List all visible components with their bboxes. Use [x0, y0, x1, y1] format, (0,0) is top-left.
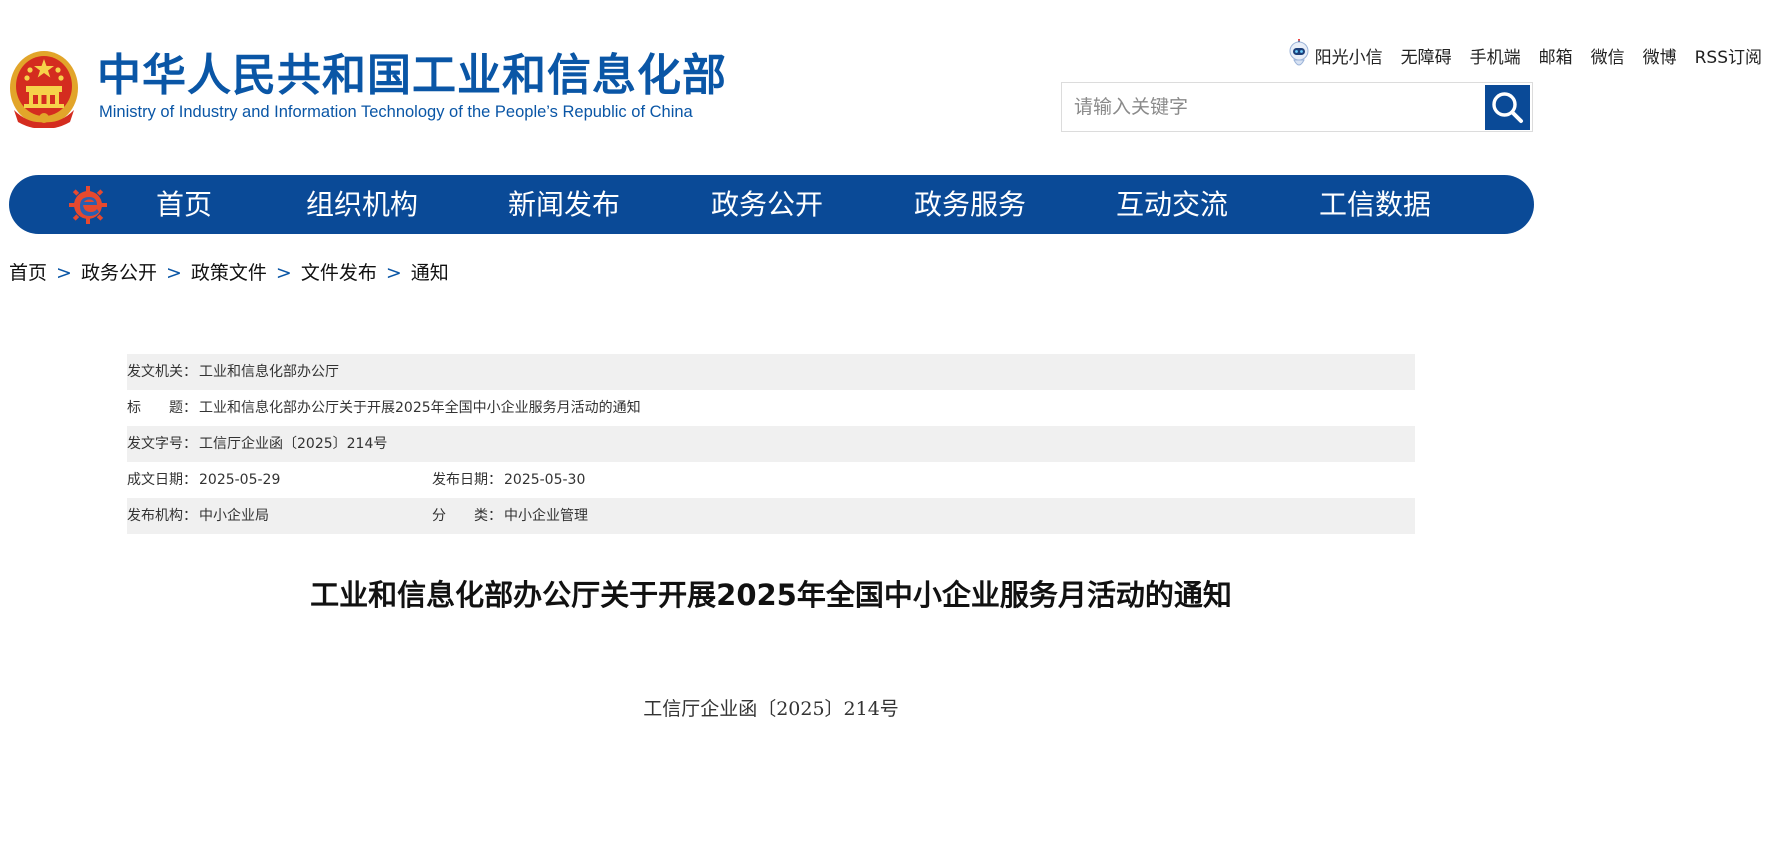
title-value: 工业和信息化部办公厅关于开展2025年全国中小企业服务月活动的通知: [199, 400, 641, 416]
info-row-doc-number: 发文字号： 工信厅企业函〔2025〕214号: [127, 426, 1415, 462]
info-cell: 发布日期： 2025-05-30: [432, 462, 585, 498]
breadcrumb-separator: >: [165, 262, 182, 284]
top-link-accessibility[interactable]: 无障碍: [1401, 43, 1452, 68]
doc-number-label: 发文字号：: [127, 436, 197, 452]
breadcrumb-separator: >: [56, 262, 72, 284]
info-cell: 成文日期： 2025-05-29: [127, 462, 280, 498]
nav-interaction[interactable]: 互动交流: [1116, 175, 1228, 234]
search-icon: [1492, 92, 1523, 123]
site-title: 中华人民共和国工业和信息化部: [97, 50, 727, 101]
breadcrumb: 首页 > 政务公开 > 政策文件 > 文件发布 > 通知: [9, 258, 449, 285]
info-cell: 分 类： 中小企业管理: [432, 498, 588, 534]
info-cell: 标 题： 工业和信息化部办公厅关于开展2025年全国中小企业服务月活动的通知: [127, 390, 641, 426]
publishing-org-label: 发布机构：: [127, 508, 197, 524]
created-date-value: 2025-05-29: [199, 472, 281, 488]
nav-news[interactable]: 新闻发布: [508, 175, 620, 234]
breadcrumb-notice[interactable]: 通知: [411, 262, 449, 284]
info-row-issuer: 发文机关： 工业和信息化部办公厅: [127, 354, 1415, 390]
category-value: 中小企业管理: [504, 508, 588, 524]
top-link-wechat[interactable]: 微信: [1591, 43, 1625, 68]
published-date-value: 2025-05-30: [504, 472, 586, 488]
site-subtitle: Ministry of Industry and Information Tec…: [99, 103, 693, 121]
issuer-label: 发文机关：: [127, 364, 197, 380]
article-doc-number: 工信厅企业函〔2025〕214号: [643, 698, 899, 720]
nav-organization[interactable]: 组织机构: [306, 175, 418, 234]
publishing-org-value: 中小企业局: [199, 508, 269, 524]
info-row-title: 标 题： 工业和信息化部办公厅关于开展2025年全国中小企业服务月活动的通知: [127, 390, 1415, 426]
search-input[interactable]: [1062, 83, 1482, 131]
miit-logo-icon[interactable]: [68, 185, 108, 225]
top-link-rss[interactable]: RSS订阅: [1695, 43, 1762, 68]
issuer-value: 工业和信息化部办公厅: [199, 364, 339, 380]
breadcrumb-policy-documents[interactable]: 政策文件: [191, 262, 267, 284]
breadcrumb-government-affairs[interactable]: 政务公开: [81, 262, 157, 284]
nav-government-services[interactable]: 政务服务: [914, 175, 1026, 234]
info-cell: 发文字号： 工信厅企业函〔2025〕214号: [127, 426, 387, 462]
info-cell: 发布机构： 中小企业局: [127, 498, 269, 534]
top-link-sunshine-xiaoxin[interactable]: 阳光小信: [1315, 43, 1383, 68]
robot-mascot-icon[interactable]: [1287, 39, 1311, 71]
breadcrumb-separator: >: [275, 262, 292, 284]
article-title: 工业和信息化部办公厅关于开展2025年全国中小企业服务月活动的通知: [310, 578, 1232, 612]
top-link-weibo[interactable]: 微博: [1643, 43, 1677, 68]
info-cell: 发文机关： 工业和信息化部办公厅: [127, 354, 339, 390]
top-link-mailbox[interactable]: 邮箱: [1539, 43, 1573, 68]
breadcrumb-separator: >: [385, 262, 402, 284]
search-box: [1061, 82, 1533, 132]
info-row-org-category: 发布机构： 中小企业局 分 类： 中小企业管理: [127, 498, 1415, 534]
nav-industry-data[interactable]: 工信数据: [1319, 175, 1431, 234]
doc-number-value: 工信厅企业函〔2025〕214号: [199, 436, 388, 452]
search-button[interactable]: [1485, 85, 1530, 130]
top-link-mobile[interactable]: 手机端: [1470, 43, 1521, 68]
main-navbar: 首页 组织机构 新闻发布 政务公开 政务服务 互动交流 工信数据: [9, 175, 1534, 234]
national-emblem-icon: [10, 51, 78, 128]
document-info-table: 发文机关： 工业和信息化部办公厅 标 题： 工业和信息化部办公厅关于开展2025年全…: [127, 354, 1415, 534]
created-date-label: 成文日期：: [127, 472, 197, 488]
published-date-label: 发布日期：: [432, 472, 502, 488]
nav-home[interactable]: 首页: [156, 175, 212, 234]
breadcrumb-document-release[interactable]: 文件发布: [301, 262, 377, 284]
top-links: 阳光小信 无障碍 手机端 邮箱 微信 微博 RSS订阅: [1287, 38, 1762, 72]
title-label: 标 题：: [127, 400, 197, 416]
breadcrumb-home[interactable]: 首页: [9, 262, 47, 284]
info-row-dates: 成文日期： 2025-05-29 发布日期： 2025-05-30: [127, 462, 1415, 498]
nav-government-affairs[interactable]: 政务公开: [711, 175, 823, 234]
category-label: 分 类：: [432, 508, 502, 524]
